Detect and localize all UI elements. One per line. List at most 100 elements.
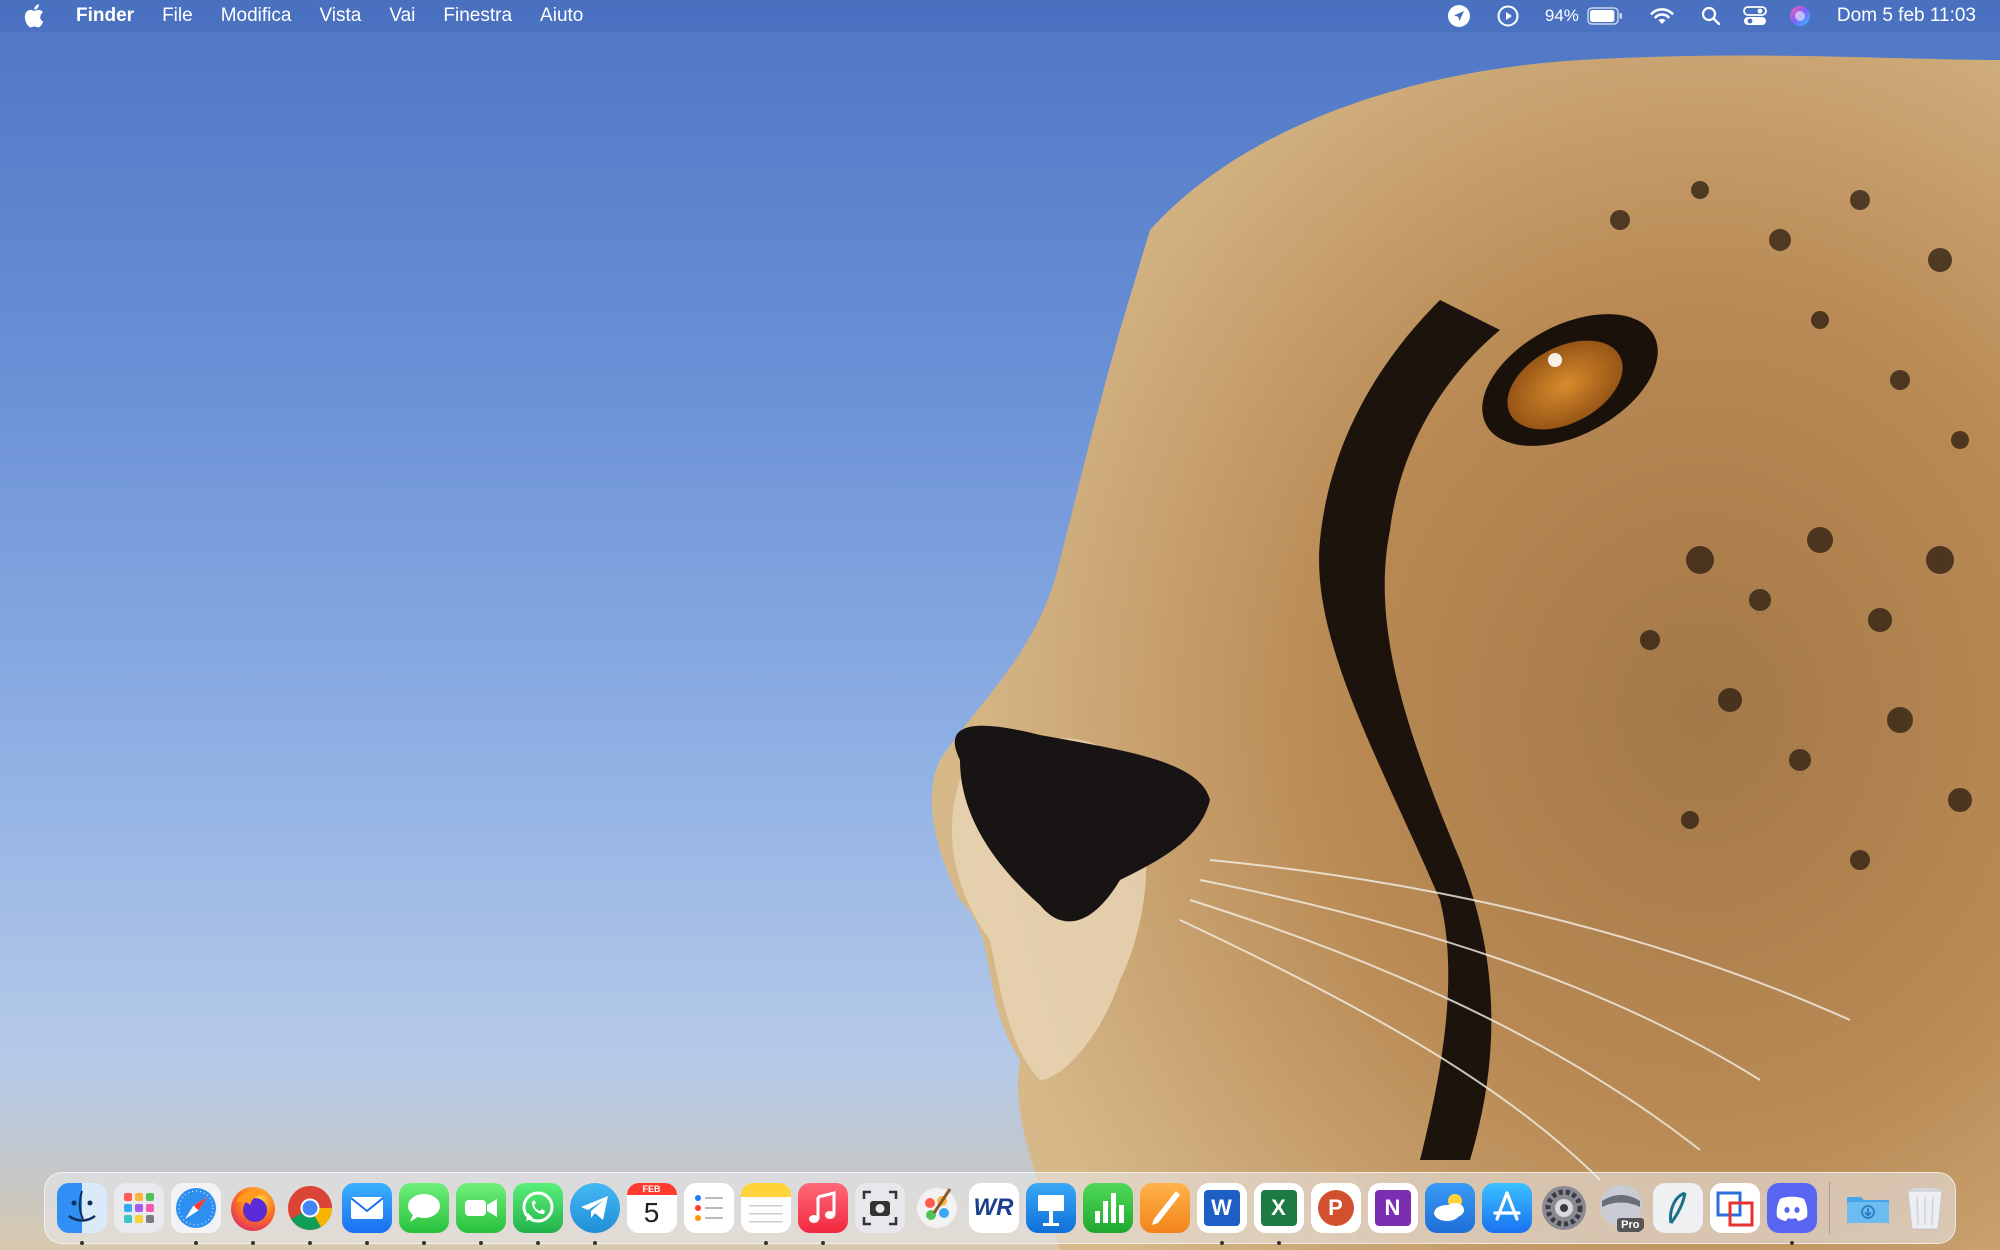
running-indicator <box>478 1241 483 1245</box>
word-icon: W <box>1196 1183 1247 1233</box>
discord-icon <box>1766 1183 1817 1233</box>
dock-item-music[interactable] <box>797 1183 848 1245</box>
menu-vai[interactable]: Vai <box>389 5 415 27</box>
pro-app-icon: Pro <box>1596 1183 1646 1233</box>
dock-item-discord[interactable] <box>1766 1183 1817 1245</box>
dock-item-scrivener[interactable] <box>1652 1183 1703 1233</box>
onenote-label: N <box>1384 1195 1401 1220</box>
menubar-clock[interactable]: Dom 5 feb 11:03 <box>1837 5 1976 27</box>
desktop-wallpaper <box>0 55 2000 1250</box>
whatsapp-icon <box>512 1183 563 1233</box>
pro-app-label: Pro <box>1617 1218 1644 1232</box>
running-indicator <box>79 1241 84 1245</box>
dock: FEB 5 WR W X P N Pro <box>44 1172 1956 1245</box>
launchpad-icon <box>113 1183 164 1233</box>
dock-item-powerpoint[interactable]: P <box>1310 1183 1361 1233</box>
chrome-icon <box>285 1183 335 1233</box>
safari-icon <box>170 1183 221 1233</box>
play-circle-icon[interactable] <box>1497 5 1519 27</box>
telegram-icon <box>569 1183 620 1233</box>
siri-icon[interactable] <box>1789 5 1811 27</box>
running-indicator <box>1789 1241 1794 1245</box>
messages-icon <box>398 1183 449 1233</box>
dock-item-pixelmator[interactable] <box>912 1183 962 1233</box>
dock-item-pages[interactable] <box>1139 1183 1190 1233</box>
menu-app-name[interactable]: Finder <box>76 5 134 27</box>
running-indicator <box>535 1241 540 1245</box>
trash-icon <box>1900 1183 1950 1233</box>
menu-vista[interactable]: Vista <box>319 5 361 27</box>
dock-item-onenote[interactable]: N <box>1367 1183 1418 1233</box>
dock-item-downloads[interactable] <box>1843 1183 1893 1233</box>
running-indicator <box>820 1241 825 1245</box>
wordreference-label: WR <box>973 1194 1014 1221</box>
calendar-day: 5 <box>643 1197 660 1228</box>
control-center-icon[interactable] <box>1743 6 1767 26</box>
dock-item-keynote[interactable] <box>1025 1183 1076 1233</box>
dock-item-trash[interactable] <box>1900 1183 1950 1233</box>
dock-item-chrome[interactable] <box>285 1183 335 1245</box>
notes-icon <box>740 1183 791 1233</box>
excel-icon: X <box>1253 1183 1304 1233</box>
keynote-icon <box>1025 1183 1076 1233</box>
dock-item-wordreference[interactable]: WR <box>968 1183 1019 1233</box>
menu-finestra[interactable]: Finestra <box>443 5 512 27</box>
facetime-icon <box>455 1183 506 1233</box>
menu-file[interactable]: File <box>162 5 193 27</box>
dock-item-mail[interactable] <box>341 1183 392 1245</box>
battery-status[interactable]: 94% <box>1545 6 1623 26</box>
dock-item-excel[interactable]: X <box>1253 1183 1304 1245</box>
wordreference-icon: WR <box>968 1183 1019 1233</box>
location-icon[interactable] <box>1447 4 1471 28</box>
dock-item-parallels[interactable] <box>1709 1183 1760 1233</box>
firefox-icon <box>228 1183 278 1233</box>
menu-modifica[interactable]: Modifica <box>221 5 292 27</box>
calendar-icon: FEB 5 <box>626 1183 677 1233</box>
dock-item-word[interactable]: W <box>1196 1183 1247 1245</box>
mail-icon <box>341 1183 392 1233</box>
onenote-icon: N <box>1367 1183 1418 1233</box>
dock-item-reminders[interactable] <box>683 1183 734 1233</box>
dock-item-facetime[interactable] <box>455 1183 506 1245</box>
music-icon <box>797 1183 848 1233</box>
pages-icon <box>1139 1183 1190 1233</box>
dock-item-weather[interactable] <box>1424 1183 1475 1233</box>
wifi-icon[interactable] <box>1649 6 1675 26</box>
calendar-month: FEB <box>626 1183 677 1195</box>
battery-percent: 94% <box>1544 6 1579 25</box>
dock-item-calendar[interactable]: FEB 5 <box>626 1183 677 1233</box>
battery-icon <box>1587 7 1622 25</box>
weather-icon <box>1424 1183 1475 1233</box>
word-label: W <box>1211 1195 1232 1220</box>
dock-item-screenshot[interactable] <box>854 1183 905 1233</box>
numbers-icon <box>1082 1183 1133 1233</box>
dock-item-finder[interactable] <box>56 1183 107 1245</box>
running-indicator <box>592 1241 597 1245</box>
dock-item-launchpad[interactable] <box>113 1183 164 1233</box>
dock-separator <box>1829 1182 1830 1234</box>
pixelmator-icon <box>912 1183 962 1233</box>
running-indicator <box>307 1241 312 1245</box>
running-indicator <box>193 1241 198 1245</box>
dock-item-numbers[interactable] <box>1082 1183 1133 1233</box>
powerpoint-icon: P <box>1310 1183 1361 1233</box>
system-settings-icon <box>1539 1183 1589 1233</box>
dock-item-safari[interactable] <box>170 1183 221 1245</box>
dock-item-whatsapp[interactable] <box>512 1183 563 1245</box>
dock-item-telegram[interactable] <box>569 1183 620 1245</box>
spotlight-search-icon[interactable] <box>1701 6 1721 26</box>
running-indicator <box>421 1241 426 1245</box>
dock-item-firefox[interactable] <box>228 1183 278 1245</box>
menu-aiuto[interactable]: Aiuto <box>540 5 583 27</box>
dock-item-compressor-pro[interactable]: Pro <box>1596 1183 1646 1233</box>
dock-item-app-store[interactable] <box>1481 1183 1532 1233</box>
menu-bar: Finder File Modifica Vista Vai Finestra … <box>0 0 2000 32</box>
scrivener-icon <box>1652 1183 1703 1233</box>
dock-item-system-settings[interactable] <box>1539 1183 1589 1233</box>
running-indicator <box>1219 1241 1224 1245</box>
apple-logo-icon[interactable] <box>24 4 46 28</box>
finder-icon <box>56 1183 107 1233</box>
dock-item-notes[interactable] <box>740 1183 791 1245</box>
screenshot-icon <box>854 1183 905 1233</box>
dock-item-messages[interactable] <box>398 1183 449 1245</box>
